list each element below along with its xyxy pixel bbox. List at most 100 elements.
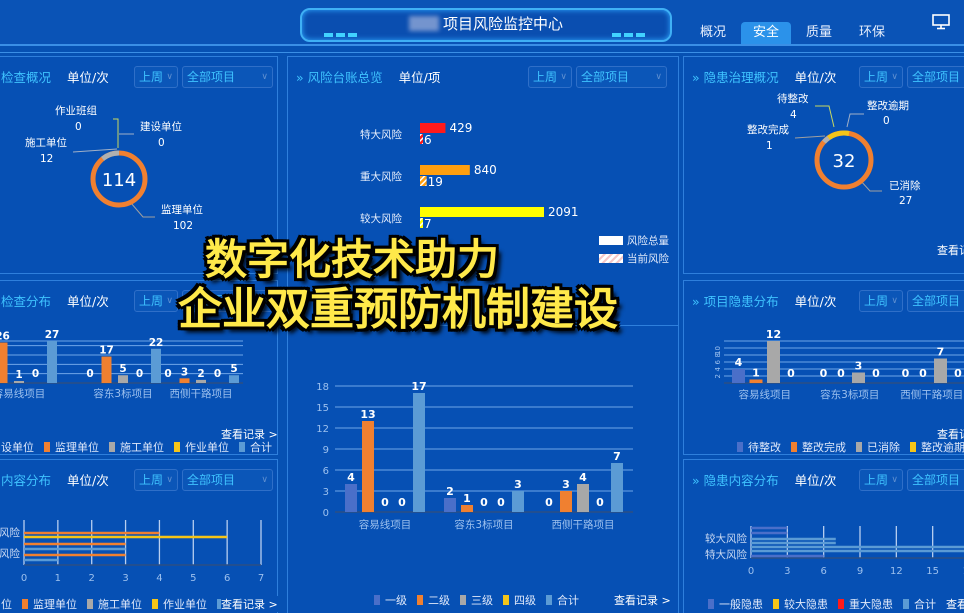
bar-施工单位 — [118, 375, 128, 383]
category-label: 较大风险 — [705, 532, 747, 545]
bar-value-label: 2091 — [548, 205, 579, 219]
leader-line — [794, 135, 826, 139]
legend-label: 已消除 — [867, 441, 900, 454]
bar-一级 — [444, 498, 456, 512]
x-tick-label: 5 — [190, 573, 196, 584]
bar-待整改 — [732, 369, 745, 383]
legend-label: 作业单位 — [185, 441, 229, 454]
y-tick-label: 12 — [316, 424, 329, 435]
legend-current-risk: 当前风险 — [599, 251, 669, 266]
panel-risk-ledger: » 风险台账总览 单位/项 上周 ∨ 全部项目 ∨ 特大风险 429 6 重大风险 840 1… — [287, 56, 679, 356]
tab-environment[interactable]: 环保 — [847, 22, 897, 44]
bar-合计 — [229, 375, 239, 383]
risk-ledger-chart: 特大风险 429 6 重大风险 840 19 较大风险 2091 7 — [360, 121, 579, 249]
tab-overview[interactable]: 概况 — [688, 22, 738, 44]
x-tick-label: 3 — [784, 566, 790, 577]
bar-value-label: 0 — [919, 367, 927, 380]
bar-value-label: 13 — [360, 408, 375, 421]
bar-value-label: 2 — [446, 485, 454, 498]
y-tick-label: 3 — [323, 487, 329, 498]
legend-item: 作业单位 — [174, 439, 229, 455]
bar-value-label: 0 — [497, 496, 505, 509]
legend-item: 二级 — [417, 592, 450, 608]
bar-value-label: 7 — [937, 346, 945, 359]
legend-label: 待整改 — [748, 441, 781, 454]
bar-value-label: 1 — [463, 492, 471, 505]
value-overdue: 0 — [883, 115, 890, 127]
legend-swatch — [856, 442, 862, 452]
legend-swatch — [22, 599, 28, 609]
legend-swatch — [239, 442, 245, 452]
bar-value-label: 19 — [428, 175, 443, 189]
legend-label: 位 — [1, 598, 12, 611]
legend-label: 合计 — [557, 594, 579, 607]
legend-swatch — [460, 595, 466, 605]
view-records-link[interactable]: 查看记录 > — [614, 592, 671, 608]
bar-current-risk — [420, 218, 423, 228]
bar-value-label: 3 — [562, 478, 570, 491]
chart-legend: 设单位 监理单位 施工单位 作业单位 合计 — [1, 439, 282, 455]
bar-合计 — [512, 491, 524, 512]
view-records-link[interactable]: 查看记录 > — [221, 596, 278, 612]
tab-quality[interactable]: 质量 — [794, 22, 844, 44]
hazard-content-chart: 0369121518较大风险特大风险 — [705, 526, 964, 577]
category-label: 西侧干路项目 — [900, 388, 963, 401]
title-frame: 项目风险监控中心 — [300, 8, 672, 42]
tab-safety[interactable]: 安全 — [741, 22, 791, 44]
legend-item: 一般隐患 — [708, 596, 763, 612]
leader-line — [113, 118, 119, 148]
content-distribution-chart: 0 1 2 3 4 5 6 7 较大风险重大风险 — [0, 520, 264, 584]
x-tick-label: 1 — [55, 573, 61, 584]
page-title: 项目风险监控中心 — [442, 15, 563, 33]
bar-三级 — [577, 484, 589, 512]
legend-risk-total: 风险总量 — [599, 233, 669, 248]
bar-value-label: 840 — [474, 163, 497, 177]
bar-整改完成 — [749, 379, 763, 383]
bar-value-label: 17 — [99, 345, 114, 357]
bar-合计 — [413, 393, 425, 512]
y-tick-label: 9 — [323, 445, 329, 456]
bar-已消除 — [767, 341, 780, 383]
panel-hazard-overview: » 隐患治理概况 单位/次 上周 ∨ 全部项目 32 待整改 4 整改逾期 0 整… — [683, 56, 964, 274]
legend-swatch — [791, 442, 797, 452]
legend-item: 合计 — [546, 592, 579, 608]
x-tick-label: 2 — [89, 573, 95, 584]
bar-value-label: 7 — [424, 217, 432, 231]
legend-label: 三级 — [471, 594, 493, 607]
view-records-link[interactable]: 查看记 — [946, 596, 964, 612]
donut-chart-inspection: 114 — [72, 118, 155, 218]
category-label: 西侧干路项目 — [552, 518, 615, 531]
bar-current-risk — [420, 176, 427, 186]
legend-swatch — [737, 442, 743, 452]
legend-label: 二级 — [428, 594, 450, 607]
legend-label: 当前风险 — [627, 253, 669, 265]
project-hazard-chart: 24681041120容易线项目0 030容东3标项目0 070西侧干路项目 — [714, 328, 964, 401]
legend-swatch — [910, 442, 916, 452]
panel-inspection-distribution: 检查分布 单位/次 上周∨ 全部项目 0261027容易线项目0175022容东… — [0, 280, 278, 455]
legend-label: 较大隐患 — [784, 598, 828, 611]
donut-segment-construction — [101, 150, 120, 161]
main-tabs: 概况 安全 质量 环保 — [688, 22, 900, 44]
x-tick-label: 6 — [820, 566, 826, 577]
bar-value-label: 0 — [86, 368, 93, 380]
legend-item: 三级 — [460, 592, 493, 608]
view-records-link[interactable]: 查看记 — [937, 242, 964, 258]
bar-value-label: 12 — [766, 328, 781, 341]
legend-swatch — [838, 599, 844, 609]
label-overdue: 整改逾期 — [867, 100, 909, 112]
monitor-icon[interactable] — [932, 14, 950, 30]
panel-hazard-content-distribution: » 隐患内容分布 单位/次 上周∨ 全部项目 0369121518较大风险特大风… — [683, 459, 964, 613]
label-contractor: 施工单位 — [25, 137, 67, 149]
value-work-team: 0 — [75, 121, 82, 133]
legend-swatch — [87, 599, 93, 609]
bar-value-label: 0 — [954, 367, 962, 380]
legend-item: 待整改 — [737, 439, 781, 455]
category-label: 容东3标项目 — [93, 387, 152, 400]
legend-item: 位 — [1, 596, 12, 612]
category-label: 较大风险 — [360, 212, 402, 225]
category-label: 容东3标项目 — [820, 388, 879, 401]
legend-swatch — [503, 595, 509, 605]
legend-swatch — [174, 442, 180, 452]
legend-label: 监理单位 — [55, 441, 99, 454]
bar-合计 — [47, 341, 57, 383]
